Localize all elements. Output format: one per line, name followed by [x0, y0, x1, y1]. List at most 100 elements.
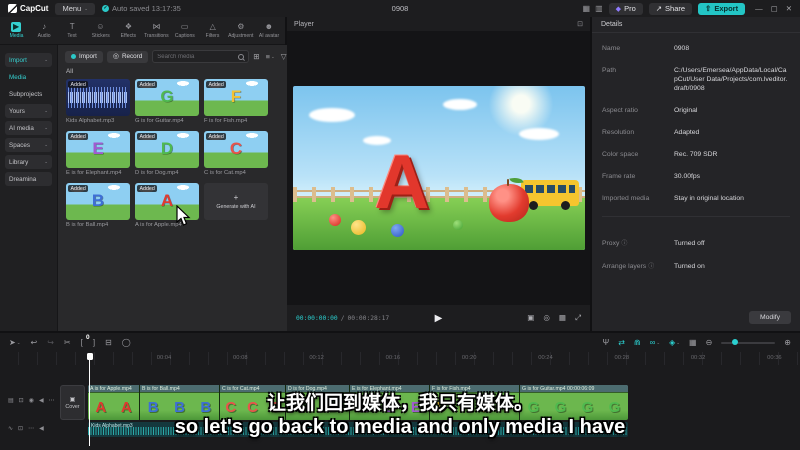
tab-captions[interactable]: ▭ Captions [171, 22, 199, 39]
media-sidebar: Import ⌄ Media Subprojects Yours ⌄ AI media ⌄ Sp… [0, 45, 57, 331]
tab-effects[interactable]: ❖ Effects [114, 22, 142, 39]
tab-label: Audio [37, 33, 51, 39]
ai-avatar-icon: ☻ [264, 22, 274, 31]
trim-right-icon[interactable]: ] [93, 338, 95, 347]
preview-axis-icon-glyph: ◈ [669, 338, 676, 347]
sort-icon[interactable]: ≡ ⌄ [266, 52, 275, 61]
ball-graphic [328, 214, 341, 226]
media-item-f-is-for-fish-mp4[interactable]: F Added F is for Fish.mp4 [204, 79, 268, 124]
zoom-slider[interactable] [721, 339, 776, 345]
import-button[interactable]: Import [65, 50, 103, 63]
minimize-button[interactable]: — [755, 4, 763, 13]
zoom-out-icon[interactable]: ⊖ [706, 338, 713, 347]
media-item-name: Kids Alphabet.mp3 [66, 118, 115, 124]
trim-left-icon[interactable]: [ [81, 338, 83, 347]
media-item-c-is-for-cat-mp4[interactable]: C Added C is for Cat.mp4 [204, 131, 268, 176]
tab-transitions[interactable]: ⋈ Transitions [142, 22, 170, 39]
app-name: CapCut [20, 4, 49, 13]
pro-diamond-icon: ◆ [615, 5, 622, 13]
video-preview[interactable]: A [292, 86, 585, 250]
ruler-label: 00:16 [385, 355, 401, 361]
close-button[interactable]: ✕ [786, 4, 792, 13]
media-item-d-is-for-dog-mp4[interactable]: D Added D is for Dog.mp4 [135, 131, 199, 176]
ripple-edit-icon[interactable]: ⇄ [618, 338, 625, 347]
media-item-g-is-for-guitar-mp4[interactable]: G Added G is for Guitar.mp4 [135, 79, 199, 124]
detail-row: Frame rate 30.00fps [602, 172, 790, 181]
redo-icon[interactable]: ↪ [47, 338, 54, 347]
preview-axis-icon[interactable]: ◈ ⌄ [669, 338, 680, 347]
sidebar-item-label: Media [9, 73, 27, 81]
media-item-kids-alphabet-mp3[interactable]: Added Kids Alphabet.mp3 [66, 79, 130, 124]
timeline-ruler[interactable]: 00:04 00:08 00:12 00:16 00:20 00:24 00:28 00:32… [0, 352, 800, 365]
voiceover-mic-icon[interactable]: Ψ [603, 338, 610, 347]
pro-button[interactable]: ◆ Pro [608, 2, 643, 15]
generate-with-ai-tile[interactable]: + Generate with AI [204, 183, 268, 228]
details-panel: Details Name 0908 Path C:/Users/Emersea/App… [592, 17, 800, 331]
media-item-e-is-for-elephant-mp4[interactable]: E Added E is for Elephant.mp4 [66, 131, 130, 176]
detail-label: Name [602, 45, 621, 52]
tab-media[interactable]: ▶ Media [2, 22, 30, 39]
search-input[interactable] [157, 53, 236, 60]
player-detach-icon[interactable]: ⊡ [577, 20, 583, 28]
mask-icon[interactable]: ◯ [122, 338, 131, 347]
sidebar-item-library[interactable]: Library ⌄ [5, 155, 52, 169]
tab-audio[interactable]: ♪ Audio [30, 22, 58, 39]
zoom-in-icon[interactable]: ⊕ [784, 338, 791, 347]
sidebar-item-media[interactable]: Media [5, 70, 52, 84]
sidebar-item-subprojects[interactable]: Subprojects [5, 87, 52, 101]
search-box[interactable] [152, 50, 250, 63]
playhead-time-label: 0 [86, 334, 90, 341]
maximize-button[interactable]: ▢ [771, 4, 778, 13]
tab-text[interactable]: T Text [58, 22, 86, 39]
sidebar-item-label: Import [9, 56, 27, 64]
resolution-icon[interactable]: ▦ [559, 313, 566, 323]
select-tool[interactable]: ➤ ⌄ [9, 338, 20, 347]
sidebar-item-yours[interactable]: Yours ⌄ [5, 104, 52, 118]
autosave-check-icon: ✓ [102, 5, 109, 12]
media-item-b-is-for-ball-mp4[interactable]: B Added B is for Ball.mp4 [66, 183, 130, 228]
filters-icon: △ [209, 22, 216, 31]
waveform-graphic [68, 92, 128, 103]
apple-graphic [488, 179, 529, 222]
export-button[interactable]: ⇧ Export [698, 2, 746, 15]
sidebar-item-dreamina[interactable]: Dreamina [5, 172, 52, 186]
fullscreen-icon[interactable]: ⤢ [575, 313, 581, 323]
zoom-slider-knob[interactable] [732, 339, 739, 345]
chevron-down-icon: ⌄ [676, 339, 681, 345]
chevron-down-icon: ⌄ [44, 108, 48, 113]
link-clips-icon[interactable]: ∞ ⌄ [650, 338, 660, 347]
media-thumbnail: B Added [66, 183, 130, 220]
mirror-preview-icon[interactable]: ▣ [527, 313, 534, 323]
share-button[interactable]: ↗ Share [648, 2, 693, 15]
detail-value: 30.00fps [674, 173, 701, 180]
detail-row: Color space Rec. 709 SDR [602, 150, 790, 159]
generate-with-ai-button[interactable]: + Generate with AI [204, 183, 268, 220]
tab-filters[interactable]: △ Filters [199, 22, 227, 39]
tab-label: Filters [205, 33, 220, 39]
undo-icon[interactable]: ↩ [30, 338, 37, 347]
layout-compact-icon[interactable]: ▥ [595, 4, 603, 13]
added-badge: Added [68, 81, 89, 88]
tab-stickers[interactable]: ☺ Stickers [86, 22, 114, 39]
modify-button[interactable]: Modify [748, 311, 791, 324]
render-preview-icon[interactable]: ▦ [689, 338, 697, 347]
magnet-snap-icon[interactable]: ⋒ [634, 338, 641, 347]
delete-icon[interactable]: ⊟ [105, 338, 112, 347]
info-icon: ⓘ [648, 264, 655, 270]
autosave-status: ✓ Auto saved 13:17:35 [102, 4, 181, 13]
record-button[interactable]: ◎ Record [106, 50, 149, 63]
ball-graphic [390, 224, 404, 237]
play-button[interactable]: ▶ [435, 313, 443, 324]
sidebar-item-spaces[interactable]: Spaces ⌄ [5, 138, 52, 152]
ruler-label: 00:28 [614, 355, 630, 361]
detail-label: Color space [602, 151, 639, 158]
sidebar-item-import[interactable]: Import ⌄ [5, 53, 52, 67]
split-icon[interactable]: ✂ [64, 338, 71, 347]
sidebar-item-ai-media[interactable]: AI media ⌄ [5, 121, 52, 135]
view-toggle-icon[interactable]: ⊞ [253, 52, 259, 61]
preview-quality-icon[interactable]: ◎ [543, 313, 550, 323]
tab-adjustment[interactable]: ⚙ Adjustment [227, 22, 255, 39]
tab-ai-avatar[interactable]: ☻ AI avatar [255, 22, 283, 39]
layout-default-icon[interactable]: ▦ [583, 4, 591, 13]
menu-button[interactable]: Menu ⌄ [55, 2, 95, 15]
